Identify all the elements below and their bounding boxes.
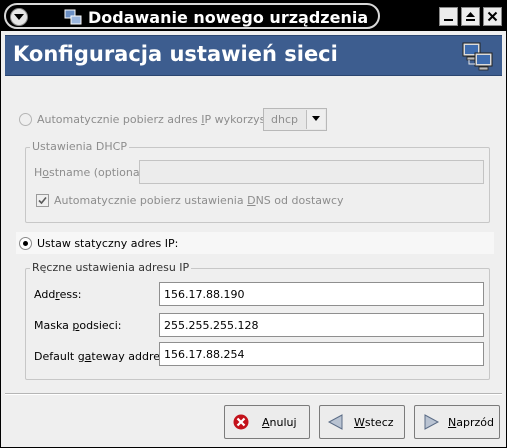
cancel-button[interactable]: Anuluj xyxy=(224,405,310,439)
next-arrow-icon xyxy=(424,414,440,430)
dialog-window: Dodawanie nowego urządzenia Konfiguracja… xyxy=(0,0,507,448)
maximize-button[interactable] xyxy=(461,7,480,26)
page-title: Konfiguracja ustawień sieci xyxy=(13,42,338,66)
ip-method-value: dhcp xyxy=(271,113,298,126)
chevron-down-icon xyxy=(312,116,320,121)
ip-method-select[interactable]: dhcp xyxy=(263,108,327,131)
page-header: Konfiguracja ustawień sieci xyxy=(5,35,502,76)
dns-auto-label: Automatycznie pobierz ustawienia DNS od … xyxy=(54,194,344,207)
window-menu-button[interactable] xyxy=(10,8,28,26)
static-ip-radio[interactable] xyxy=(19,237,32,250)
gateway-input[interactable] xyxy=(159,342,484,366)
cancel-label: Anuluj xyxy=(262,416,297,429)
auto-ip-label: Automatycznie pobierz adres IP wykorzyst… xyxy=(37,113,297,126)
dns-auto-checkbox[interactable] xyxy=(36,194,49,207)
hostname-label: Hostname (optional): xyxy=(34,166,151,179)
minimize-icon xyxy=(444,19,453,21)
network-card-icon xyxy=(64,9,82,25)
hostname-input[interactable] xyxy=(139,160,484,184)
static-ip-label: Ustaw statyczny adres IP: xyxy=(37,237,179,250)
title-bar: Dodawanie nowego urządzenia xyxy=(1,1,506,31)
manual-ip-group-title: Ręczne ustawienia adresu IP xyxy=(30,261,192,274)
close-icon xyxy=(487,11,498,22)
close-button[interactable] xyxy=(483,7,502,26)
window-title: Dodawanie nowego urządzenia xyxy=(88,8,369,27)
minimize-button[interactable] xyxy=(439,7,458,26)
back-arrow-icon xyxy=(327,414,343,430)
auto-ip-radio[interactable] xyxy=(19,113,32,126)
back-label: Wstecz xyxy=(354,416,394,429)
back-button[interactable]: Wstecz xyxy=(319,405,405,439)
address-label: Address: xyxy=(34,288,82,301)
maximize-icon xyxy=(466,12,475,21)
select-arrow-button[interactable] xyxy=(306,110,325,129)
title-pill: Dodawanie nowego urządzenia xyxy=(4,3,380,29)
next-label: Naprzód xyxy=(448,416,494,429)
next-button[interactable]: Naprzód xyxy=(414,405,500,439)
cancel-icon xyxy=(233,414,249,430)
dhcp-group-title: Ustawienia DHCP xyxy=(30,140,129,153)
divider xyxy=(5,393,502,395)
checkmark-icon xyxy=(38,196,47,205)
address-input[interactable] xyxy=(159,282,484,306)
chevron-down-icon xyxy=(14,14,24,20)
netmask-input[interactable] xyxy=(159,313,484,337)
dhcp-settings-group xyxy=(25,147,490,223)
network-computers-icon xyxy=(462,42,493,71)
gateway-label: Default gateway address: xyxy=(34,350,176,363)
netmask-label: Maska podsieci: xyxy=(34,319,122,332)
